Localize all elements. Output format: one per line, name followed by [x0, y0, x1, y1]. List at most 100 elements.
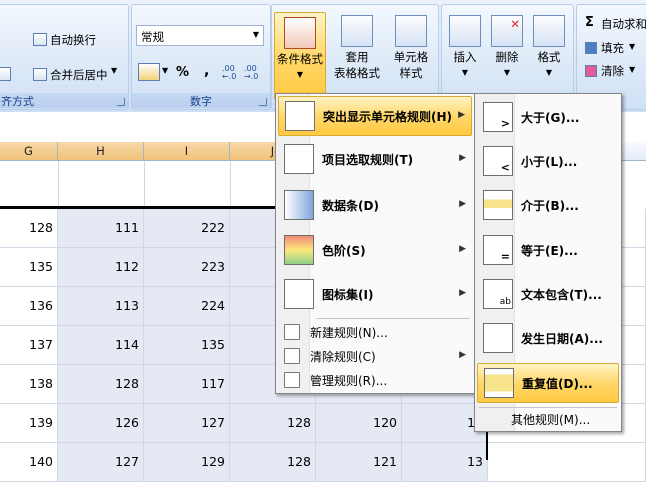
table-cell[interactable]: 136	[0, 287, 58, 326]
submenu-arrow-icon: ▶	[459, 244, 466, 254]
submenu-item-less-than[interactable]: < 小于(L)...	[477, 142, 619, 182]
table-cell[interactable]: 114	[58, 326, 144, 365]
table-cell[interactable]: 121	[316, 443, 402, 482]
insert-cells-icon	[449, 15, 481, 47]
cell-styles-button[interactable]: 单元格 样式	[386, 11, 436, 81]
alignment-group-label: 齐方式	[0, 93, 128, 108]
number-format-select[interactable]: 常规 ▼	[136, 25, 264, 46]
table-cell[interactable]: 127	[58, 443, 144, 482]
table-format-icon	[341, 15, 373, 47]
fill-button[interactable]: 填充	[601, 40, 624, 56]
table-cell[interactable]	[488, 443, 646, 482]
insert-label: 插入	[453, 50, 477, 64]
format-button[interactable]: 格式 ▼	[528, 11, 570, 81]
color-scales-icon	[284, 235, 314, 265]
autosum-button[interactable]: 自动求和	[601, 16, 646, 32]
conditional-format-label: 条件格式	[277, 52, 323, 66]
submenu-item-greater-than[interactable]: > 大于(G)...	[477, 98, 619, 138]
number-dialog-launcher-icon[interactable]	[259, 98, 267, 106]
menu-item-label: 色阶(S)	[322, 244, 366, 258]
number-format-value: 常规	[141, 30, 164, 44]
submenu-item-label: 重复值(D)...	[522, 377, 593, 391]
calendar-icon	[483, 323, 513, 353]
table-cell[interactable]: 135	[0, 248, 58, 287]
chevron-down-icon: ▼	[545, 68, 553, 77]
table-cell[interactable]: 120	[316, 404, 402, 443]
text-contains-icon: ab	[483, 279, 513, 309]
column-header-i[interactable]: I	[144, 142, 230, 161]
table-cell[interactable]: 128	[58, 365, 144, 404]
number-group-label: 数字	[132, 93, 270, 108]
submenu-arrow-icon: ▶	[459, 153, 466, 163]
percent-button[interactable]: %	[176, 65, 189, 80]
menu-item-highlight-rules[interactable]: 突出显示单元格规则(H) ▶	[278, 96, 472, 136]
table-cell[interactable]: 13	[402, 443, 488, 482]
table-cell[interactable]: 117	[144, 365, 230, 404]
menu-item-clear-rules[interactable]: 清除规则(C) ▶	[278, 345, 472, 367]
currency-icon[interactable]	[138, 63, 160, 81]
column-header-g[interactable]: G	[0, 142, 58, 161]
table-cell[interactable]: 138	[0, 365, 58, 404]
menu-item-label: 数据条(D)	[322, 199, 379, 213]
table-cell[interactable]: 112	[58, 248, 144, 287]
submenu-item-text-contains[interactable]: ab 文本包含(T)...	[477, 275, 619, 315]
menu-item-label: 项目选取规则(T)	[322, 153, 414, 167]
decrease-decimal-icon[interactable]: .00 →.0	[244, 65, 264, 81]
merge-dropdown-icon[interactable]: ▼	[111, 66, 117, 75]
table-cell[interactable]: 128	[230, 404, 316, 443]
clear-button[interactable]: 清除	[601, 63, 624, 79]
chevron-down-icon: ▼	[503, 68, 511, 77]
indent-icon[interactable]	[0, 67, 11, 81]
table-cell[interactable]: 128	[0, 209, 58, 248]
increase-decimal-icon[interactable]: .00 ←.0	[222, 65, 242, 81]
fill-icon	[585, 42, 597, 54]
column-header-h[interactable]: H	[58, 142, 144, 161]
menu-item-icon-sets[interactable]: 图标集(I) ▶	[278, 275, 472, 315]
menu-item-color-scales[interactable]: 色阶(S) ▶	[278, 231, 472, 271]
currency-dropdown-icon[interactable]: ▼	[162, 66, 168, 75]
table-cell[interactable]: 139	[0, 404, 58, 443]
table-cell[interactable]: 128	[230, 443, 316, 482]
table-cell[interactable]: 129	[144, 443, 230, 482]
menu-item-top-bottom-rules[interactable]: 项目选取规则(T) ▶	[278, 140, 472, 180]
merge-center-icon	[33, 68, 47, 81]
table-cell[interactable]: 111	[58, 209, 144, 248]
comma-button[interactable]: ,	[204, 63, 209, 79]
merge-center-button[interactable]: 合并后居中	[50, 67, 108, 83]
submenu-item-label: 其他规则(M)...	[511, 413, 591, 427]
table-cell[interactable]: 135	[144, 326, 230, 365]
wrap-text-button[interactable]: 自动换行	[50, 32, 96, 48]
submenu-item-label: 小于(L)...	[521, 155, 578, 169]
menu-item-data-bars[interactable]: 数据条(D) ▶	[278, 186, 472, 226]
conditional-format-button[interactable]: 条件格式 ▼	[274, 12, 326, 100]
format-cells-icon	[533, 15, 565, 47]
manage-rules-icon	[284, 372, 300, 388]
table-cell[interactable]: 127	[144, 404, 230, 443]
submenu-item-more-rules[interactable]: 其他规则(M)...	[477, 409, 619, 429]
submenu-item-date-occurring[interactable]: 发生日期(A)...	[477, 319, 619, 359]
submenu-item-equal-to[interactable]: = 等于(E)...	[477, 231, 619, 271]
table-cell[interactable]: 140	[0, 443, 58, 482]
table-cell[interactable]: 137	[0, 326, 58, 365]
submenu-item-duplicate-values[interactable]: 重复值(D)...	[477, 363, 619, 403]
table-cell[interactable]: 126	[58, 404, 144, 443]
table-cell[interactable]: 224	[144, 287, 230, 326]
less-than-icon: <	[483, 146, 513, 176]
submenu-item-label: 介于(B)...	[521, 199, 579, 213]
table-cell[interactable]: 113	[58, 287, 144, 326]
menu-item-label: 清除规则(C)	[310, 350, 376, 364]
table-cell[interactable]: 223	[144, 248, 230, 287]
format-as-table-button[interactable]: 套用 表格格式	[328, 11, 386, 81]
table-cell[interactable]: 222	[144, 209, 230, 248]
cell-divider	[144, 161, 145, 207]
delete-button[interactable]: ✕ 删除 ▼	[486, 11, 528, 81]
menu-item-label: 管理规则(R)...	[310, 374, 388, 388]
alignment-dialog-launcher-icon[interactable]	[117, 98, 125, 106]
delete-cells-icon: ✕	[491, 15, 523, 47]
menu-item-new-rule[interactable]: 新建规则(N)...	[278, 321, 472, 343]
submenu-item-between[interactable]: 介于(B)...	[477, 186, 619, 226]
wrap-text-icon	[33, 33, 47, 46]
menu-item-manage-rules[interactable]: 管理规则(R)...	[278, 369, 472, 391]
insert-button[interactable]: 插入 ▼	[444, 11, 486, 81]
conditional-format-menu: 突出显示单元格规则(H) ▶ 项目选取规则(T) ▶ 数据条(D) ▶ 色阶(S…	[275, 93, 475, 394]
